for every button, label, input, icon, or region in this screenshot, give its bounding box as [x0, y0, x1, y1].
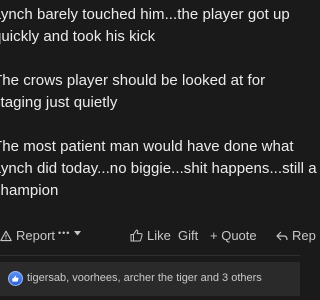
gift-button[interactable]: Gift: [178, 228, 198, 243]
like-button[interactable]: Like: [130, 228, 171, 243]
like-icon: [8, 271, 23, 286]
thumbs-up-icon: [130, 229, 143, 242]
quote-label: + Quote: [210, 228, 257, 243]
post-paragraph: The crows player should be looked at for…: [0, 70, 313, 114]
gift-label: Gift: [178, 228, 199, 243]
like-label: Like: [147, 228, 171, 243]
more-options-button[interactable]: •••: [58, 228, 82, 238]
post-line: staging just quietly: [0, 94, 118, 111]
report-button[interactable]: Report: [0, 228, 55, 243]
post-line: Lynch did today...no biggie...shit happe…: [0, 160, 317, 177]
post-body: Lynch barely touched him...the player go…: [0, 4, 317, 224]
warning-icon: [0, 230, 12, 242]
chevron-down-icon: [74, 230, 82, 236]
divider: [0, 255, 300, 256]
reactions-text[interactable]: tigersab, voorhees, archer the tiger and…: [27, 272, 262, 284]
post-line: Lynch barely touched him...the player go…: [0, 6, 290, 23]
reply-label: Rep: [292, 228, 316, 243]
post-line: The most patient man would have done wha…: [0, 138, 294, 155]
post-paragraph: The most patient man would have done wha…: [0, 136, 317, 202]
post-line: champion: [0, 182, 59, 199]
quote-button[interactable]: + Quote: [210, 228, 257, 243]
reply-button[interactable]: Rep: [276, 228, 316, 243]
reply-icon: [276, 230, 288, 242]
post-actions: Report ••• Like Gift + Quote Rep: [0, 228, 316, 248]
post-paragraph: Lynch barely touched him...the player go…: [0, 4, 313, 48]
post-line: quickly and took his kick: [0, 28, 156, 45]
report-label: Report: [16, 228, 56, 243]
reactions-bar[interactable]: tigersab, voorhees, archer the tiger and…: [0, 262, 300, 296]
post-line: The crows player should be looked at for: [0, 72, 266, 89]
more-icon: •••: [58, 228, 71, 238]
